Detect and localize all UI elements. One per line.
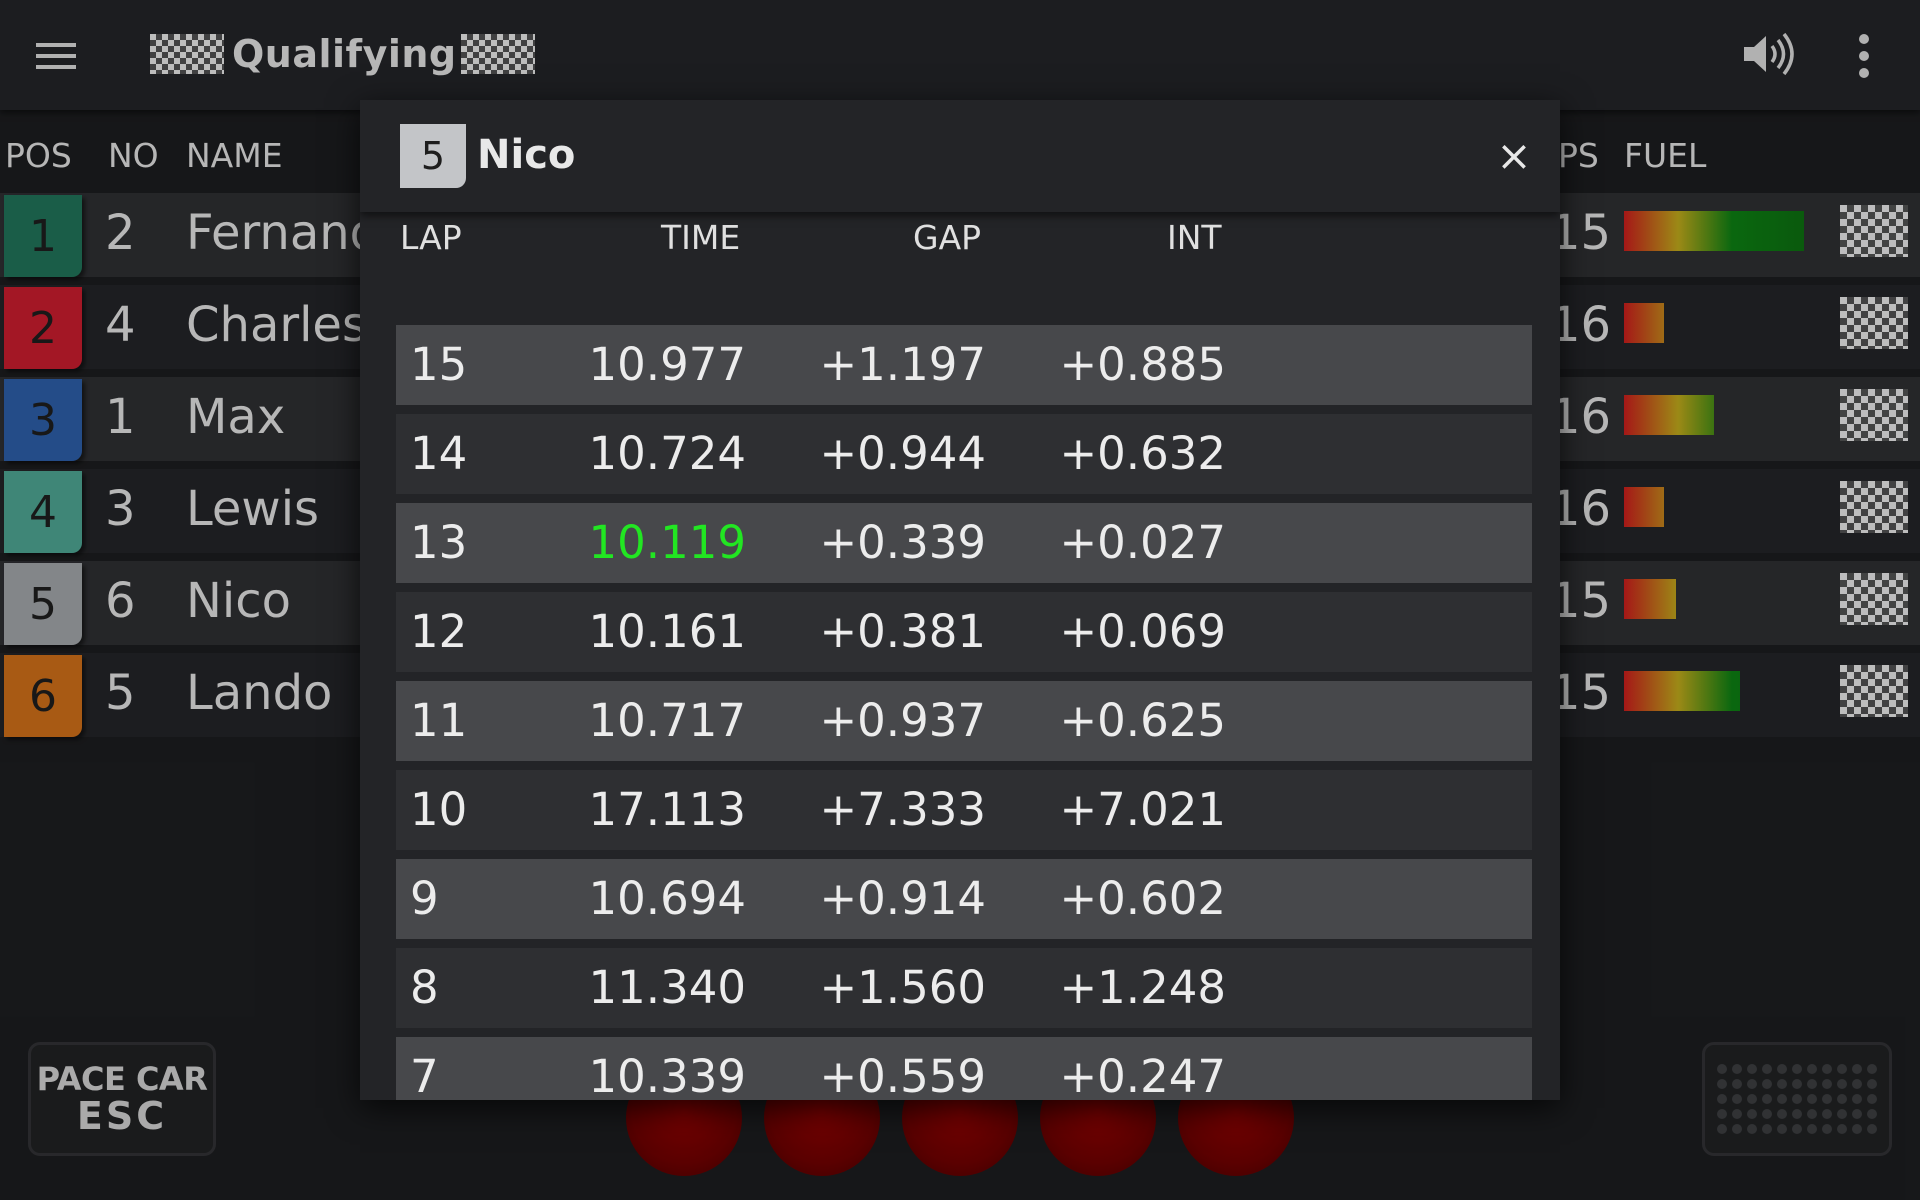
lap-gap: +0.914 [819, 872, 986, 925]
time-column-header: TIME [661, 218, 741, 257]
dialog-title: Nico [477, 132, 576, 178]
lap-row: 12 10.161 +0.381 +0.069 [396, 592, 1532, 672]
lap-row: 14 10.724 +0.944 +0.632 [396, 414, 1532, 494]
lap-interval: +0.027 [1059, 516, 1226, 569]
lap-row: 15 10.977 +1.197 +0.885 [396, 325, 1532, 405]
lap-row: 7 10.339 +0.559 +0.247 [396, 1037, 1532, 1100]
lap-interval: +0.247 [1059, 1050, 1226, 1100]
lap-interval: +0.069 [1059, 605, 1226, 658]
lap-time: 10.119 [588, 516, 746, 569]
lap-gap: +0.937 [819, 694, 986, 747]
lap-gap: +0.944 [819, 427, 986, 480]
lap-number: 7 [410, 1050, 439, 1100]
lap-number: 8 [410, 961, 439, 1014]
close-icon[interactable]: × [1492, 134, 1536, 178]
lap-number: 10 [410, 783, 468, 836]
lap-number: 11 [410, 694, 468, 747]
lap-interval: +1.248 [1059, 961, 1226, 1014]
lap-time: 10.339 [588, 1050, 746, 1100]
lap-time: 10.977 [588, 338, 746, 391]
gap-column-header: GAP [913, 218, 982, 257]
lap-time: 10.694 [588, 872, 746, 925]
laps-list[interactable]: 15 10.977 +1.197 +0.885 14 10.724 +0.944 +0.632… [396, 325, 1536, 1100]
dialog-header: 5 Nico × [360, 100, 1560, 212]
lap-number: 9 [410, 872, 439, 925]
lap-row: 10 17.113 +7.333 +7.021 [396, 770, 1532, 850]
lap-number: 14 [410, 427, 468, 480]
lap-row: 9 10.694 +0.914 +0.602 [396, 859, 1532, 939]
lap-interval: +0.625 [1059, 694, 1226, 747]
lap-column-header: LAP [400, 218, 462, 257]
lap-interval: +0.632 [1059, 427, 1226, 480]
int-column-header: INT [1167, 218, 1222, 257]
lap-row: 11 10.717 +0.937 +0.625 [396, 681, 1532, 761]
lap-row: 8 11.340 +1.560 +1.248 [396, 948, 1532, 1028]
lap-gap: +0.381 [819, 605, 986, 658]
lap-gap: +0.559 [819, 1050, 986, 1100]
lap-time: 10.161 [588, 605, 746, 658]
lap-time: 11.340 [588, 961, 746, 1014]
lap-row: 13 10.119 +0.339 +0.027 [396, 503, 1532, 583]
lap-time: 10.724 [588, 427, 746, 480]
lap-time: 10.717 [588, 694, 746, 747]
lap-gap: +0.339 [819, 516, 986, 569]
lap-number: 12 [410, 605, 468, 658]
lap-interval: +0.602 [1059, 872, 1226, 925]
driver-number-badge: 5 [400, 124, 466, 188]
lap-gap: +1.197 [819, 338, 986, 391]
lap-interval: +7.021 [1059, 783, 1226, 836]
lap-gap: +7.333 [819, 783, 986, 836]
driver-laps-dialog: 5 Nico × LAP TIME GAP INT 15 10.977 +1.197… [360, 100, 1560, 1100]
lap-time: 17.113 [588, 783, 746, 836]
lap-number: 15 [410, 338, 468, 391]
lap-interval: +0.885 [1059, 338, 1226, 391]
lap-number: 13 [410, 516, 468, 569]
lap-gap: +1.560 [819, 961, 986, 1014]
